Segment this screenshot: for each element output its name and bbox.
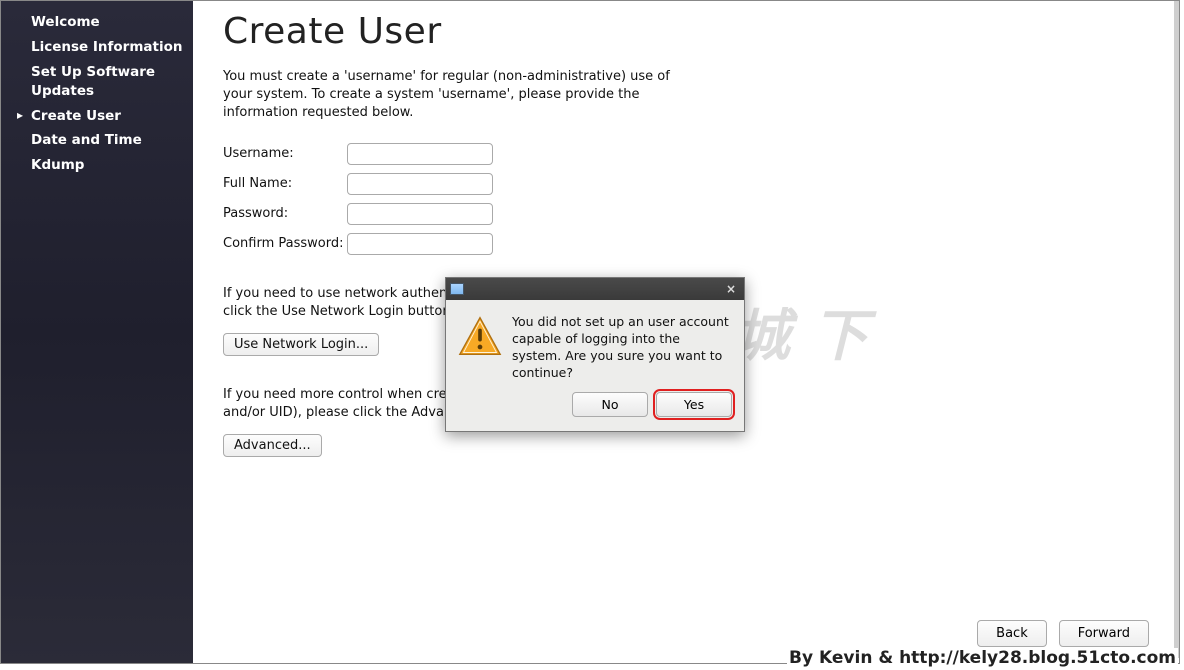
sidebar-item-date-time[interactable]: Date and Time [11, 131, 183, 150]
window-icon [450, 283, 464, 295]
confirm-dialog: × You did not set up an user account cap… [445, 277, 745, 432]
confirm-password-label: Confirm Password: [223, 236, 347, 251]
scrollbar[interactable] [1174, 1, 1179, 658]
use-network-login-button[interactable]: Use Network Login... [223, 333, 379, 356]
forward-button[interactable]: Forward [1059, 620, 1149, 647]
warning-icon [458, 314, 502, 358]
password-label: Password: [223, 206, 347, 221]
dialog-message: You did not set up an user account capab… [512, 314, 732, 382]
username-input[interactable] [347, 143, 493, 165]
back-button[interactable]: Back [977, 620, 1047, 647]
sidebar-item-welcome[interactable]: Welcome [11, 13, 183, 32]
no-button[interactable]: No [572, 392, 648, 417]
close-icon[interactable]: × [722, 282, 740, 296]
confirm-password-input[interactable] [347, 233, 493, 255]
advanced-button[interactable]: Advanced... [223, 434, 322, 457]
password-input[interactable] [347, 203, 493, 225]
yes-button[interactable]: Yes [656, 392, 732, 417]
sidebar-item-kdump[interactable]: Kdump [11, 156, 183, 175]
sidebar-item-license[interactable]: License Information [11, 38, 183, 57]
sidebar-item-software-updates[interactable]: Set Up Software Updates [11, 63, 183, 101]
fullname-input[interactable] [347, 173, 493, 195]
page-title: Create User [223, 11, 1149, 52]
sidebar: Welcome License Information Set Up Softw… [1, 1, 193, 663]
sidebar-item-create-user[interactable]: Create User [11, 107, 183, 126]
username-label: Username: [223, 146, 347, 161]
watermark-credit: By Kevin & http://kely28.blog.51cto.com [787, 648, 1178, 668]
dialog-titlebar[interactable]: × [446, 278, 744, 300]
fullname-label: Full Name: [223, 176, 347, 191]
intro-text: You must create a 'username' for regular… [223, 68, 683, 123]
